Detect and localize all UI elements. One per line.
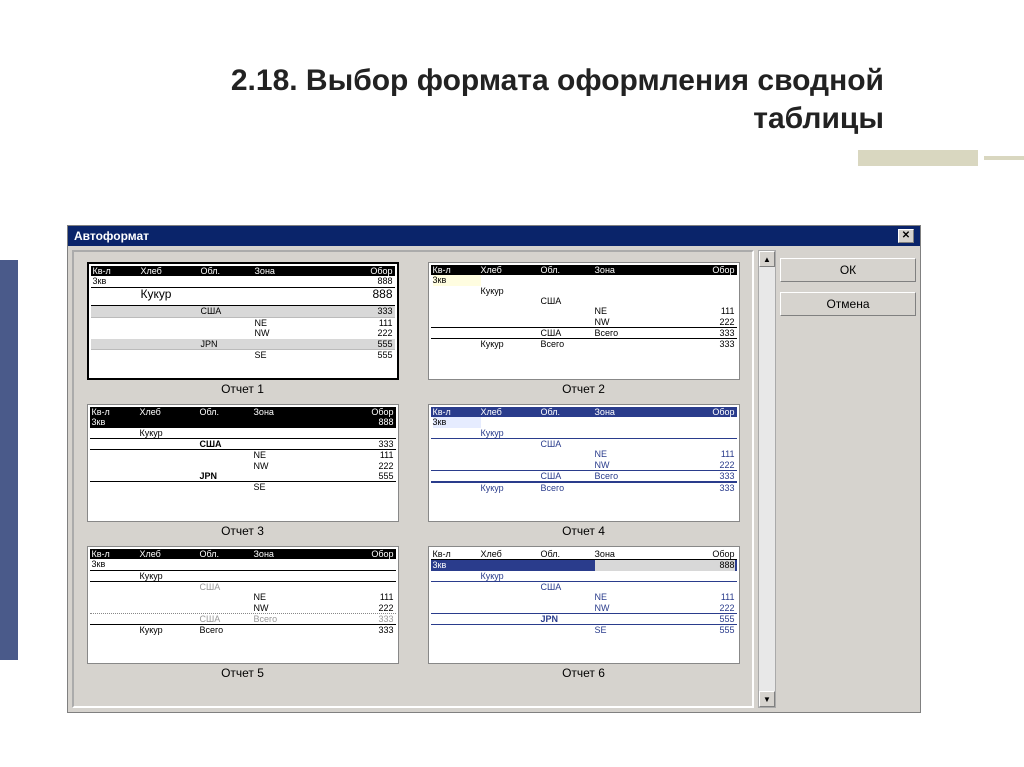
format-caption: Отчет 5 xyxy=(221,666,264,680)
scroll-up-button[interactable]: ▲ xyxy=(759,251,775,267)
gallery-scrollbar[interactable]: ▲ ▼ xyxy=(758,250,776,708)
format-caption: Отчет 2 xyxy=(562,382,605,396)
dialog-title: Автоформат xyxy=(74,229,149,243)
slide-title: 2.18. Выбор формата оформления сводной т… xyxy=(150,62,884,137)
accent-bars xyxy=(858,150,1024,166)
cancel-button[interactable]: Отмена xyxy=(780,292,916,316)
format-caption: Отчет 6 xyxy=(562,666,605,680)
autoformat-dialog: Автоформат ✕ Кв-лХлебОбл.ЗонаОбор 3кв888… xyxy=(67,225,921,713)
format-option-4[interactable]: Кв-лХлебОбл.ЗонаОбор 3кв Кукур США NE111… xyxy=(428,404,740,522)
format-option-2[interactable]: Кв-лХлебОбл.ЗонаОбор 3кв Кукур США NE111… xyxy=(428,262,740,380)
format-caption: Отчет 1 xyxy=(221,382,264,396)
format-gallery: Кв-лХлебОбл.ЗонаОбор 3кв888 Кукур888 США… xyxy=(72,250,754,708)
format-caption: Отчет 3 xyxy=(221,524,264,538)
left-stripe xyxy=(0,260,18,660)
format-option-5[interactable]: Кв-лХлебОбл.ЗонаОбор 3кв Кукур США NE111… xyxy=(87,546,399,664)
dialog-buttons: ОК Отмена xyxy=(780,250,916,708)
dialog-titlebar[interactable]: Автоформат ✕ xyxy=(68,226,920,246)
scroll-down-button[interactable]: ▼ xyxy=(759,691,775,707)
format-option-1[interactable]: Кв-лХлебОбл.ЗонаОбор 3кв888 Кукур888 США… xyxy=(87,262,399,380)
format-caption: Отчет 4 xyxy=(562,524,605,538)
ok-button[interactable]: ОК xyxy=(780,258,916,282)
format-option-6[interactable]: Кв-лХлебОбл.ЗонаОбор 3кв888 Кукур США NE… xyxy=(428,546,740,664)
format-option-3[interactable]: Кв-лХлебОбл.ЗонаОбор 3кв888 Кукур США333… xyxy=(87,404,399,522)
close-button[interactable]: ✕ xyxy=(898,229,914,243)
